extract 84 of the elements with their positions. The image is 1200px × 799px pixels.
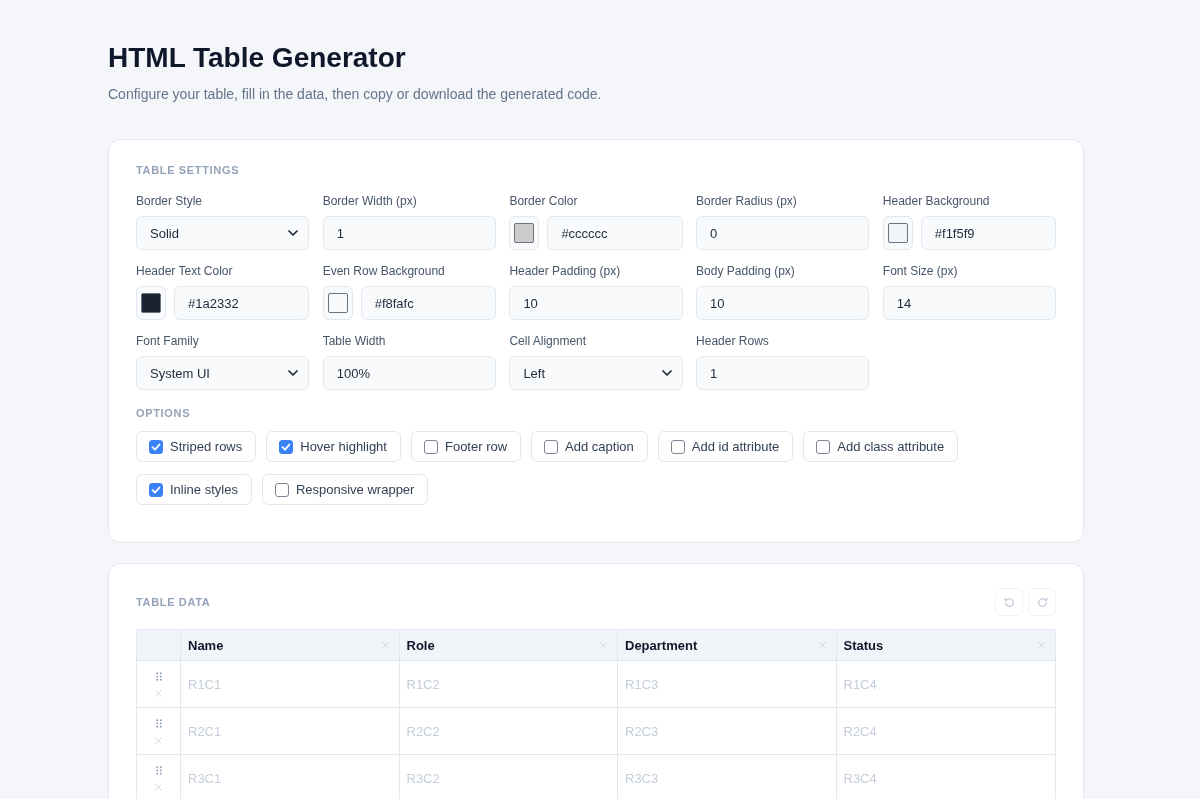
close-icon [155,783,162,791]
input-field[interactable]: 100% [322,356,496,390]
close-icon [155,689,162,697]
chevron-down-icon [288,230,299,236]
field-label: Border Radius (px) [696,193,797,209]
field-label: Header Padding (px) [509,263,621,279]
dropdown[interactable]: Left [509,356,683,390]
dropdown[interactable]: System UI [136,356,310,390]
dropdown[interactable]: Solid [136,216,310,250]
field-label: Even Row Background [322,263,445,279]
field-label: Header Rows [696,333,769,349]
input-field[interactable]: 1 [696,356,870,390]
field-label: Border Style [136,193,203,209]
input-field[interactable]: #f8fafc [360,286,496,320]
option-toggle[interactable]: Hover highlight [266,431,401,462]
cell-input[interactable]: R1C4 [836,661,1055,707]
cell-input[interactable]: R2C1 [181,708,399,754]
checkbox[interactable] [274,482,289,497]
checkbox[interactable] [816,439,831,454]
input-field[interactable]: #1a2332 [174,286,310,320]
checkbox[interactable] [544,439,559,454]
checkbox[interactable] [279,439,294,454]
checkbox[interactable] [670,439,685,454]
close-icon [155,736,162,744]
field-label: Font Size (px) [882,263,958,279]
option-toggle[interactable]: Add caption [531,431,648,462]
chevron-down-icon [288,370,299,376]
color-picker[interactable] [322,286,353,320]
cell-input[interactable]: R3C1 [181,755,399,799]
close-icon [381,641,389,649]
input-field[interactable]: #cccccc [547,216,683,250]
page-title: HTML Table Generator [108,41,407,75]
option-toggle[interactable]: Add class attribute [803,431,959,462]
field-label: Table Width [322,333,386,349]
cell-input[interactable]: R1C1 [181,661,399,707]
field-label: Font Family [136,333,199,349]
input-field[interactable]: 10 [509,286,683,320]
rotate-right-icon [1036,596,1048,608]
input-field[interactable]: 14 [882,286,1056,320]
close-icon [600,641,607,649]
input-field[interactable]: 1 [322,216,496,250]
checkbox[interactable] [149,482,163,497]
checkbox[interactable] [423,439,438,454]
color-picker[interactable] [509,216,540,250]
field-label: Border Width (px) [322,193,417,209]
color-picker[interactable] [882,216,913,250]
option-toggle[interactable]: Striped rows [136,431,257,462]
grip-icon[interactable] [155,765,162,775]
color-picker[interactable] [136,286,166,320]
column-title: Role [406,637,435,653]
cell-input[interactable]: R1C2 [399,661,617,707]
option-toggle[interactable]: Footer row [410,431,522,462]
chevron-down-icon [661,370,672,376]
checkbox[interactable] [149,439,163,454]
field-label: Body Padding (px) [696,263,795,279]
input-field[interactable]: 10 [696,286,870,320]
cell-input[interactable]: R3C3 [618,755,836,799]
option-toggle[interactable]: Responsive wrapper [261,474,429,505]
option-toggle[interactable]: Add id attribute [657,431,794,462]
rotate-left-icon [1003,596,1015,608]
column-title: Status [843,637,884,653]
cell-input[interactable]: R2C3 [618,708,836,754]
field-label: Cell Alignment [509,333,587,349]
cell-input[interactable]: R2C4 [836,708,1055,754]
option-toggle[interactable]: Inline styles [136,474,252,505]
field-label: Header Background [882,193,990,209]
grip-icon[interactable] [155,718,162,728]
column-title: Name [188,637,224,653]
column-title: Department [625,637,698,653]
section-heading: TABLE SETTINGS [136,163,241,177]
cell-input[interactable]: R3C4 [836,755,1055,799]
cell-input[interactable]: R1C3 [618,661,836,707]
page-subtitle: Configure your table, fill in the data, then copy or download the generated code. [108,85,603,104]
cell-input[interactable]: R3C2 [399,755,617,799]
input-field[interactable]: 0 [696,216,870,250]
close-icon [818,641,826,649]
field-label: Border Color [509,193,578,209]
cell-input[interactable]: R2C2 [399,708,617,754]
grip-icon[interactable] [155,671,162,681]
input-field[interactable]: #f1f5f9 [920,216,1056,250]
section-heading: OPTIONS [136,406,192,420]
close-icon [1038,641,1045,649]
field-label: Header Text Color [136,263,233,279]
section-heading: TABLE DATA [136,595,211,609]
